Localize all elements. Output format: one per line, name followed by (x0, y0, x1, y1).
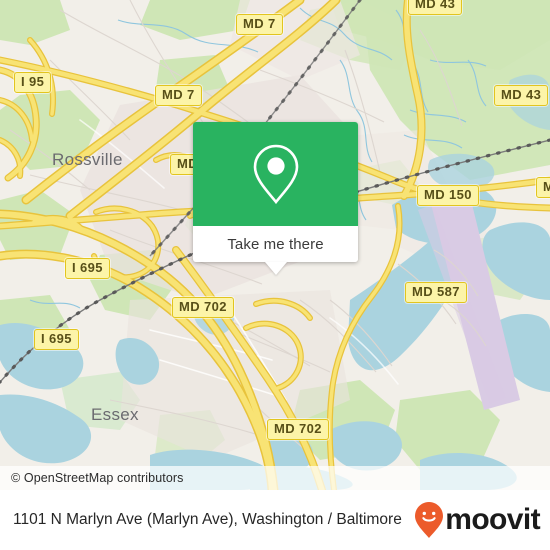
moovit-wordmark: moovit (445, 503, 540, 536)
popup-footer[interactable]: Take me there (193, 226, 358, 275)
shield-label: MD 43 (501, 87, 542, 102)
shield-label: MD 702 (179, 299, 227, 314)
popup-pointer-tail (264, 262, 287, 275)
bottom-info-bar: 1101 N Marlyn Ave (Marlyn Ave), Washingt… (0, 490, 550, 550)
take-me-there-label: Take me there (227, 235, 324, 253)
road-shield-i-95[interactable]: I 95 (14, 72, 52, 93)
shield-label: M (543, 179, 550, 194)
road-shield-md-7[interactable]: MD 7 (155, 85, 202, 106)
road-shield-md-partial-right[interactable]: M (536, 177, 550, 198)
place-label-rossville: Rossville (52, 150, 123, 169)
road-shield-md-702-north[interactable]: MD 702 (172, 297, 234, 318)
road-shield-md-7-north[interactable]: MD 7 (236, 14, 283, 35)
shield-label: I 95 (21, 74, 45, 89)
shield-label: MD 702 (274, 421, 322, 436)
location-pin-icon (253, 144, 298, 205)
road-shield-md-587[interactable]: MD 587 (405, 282, 467, 303)
map-screen: .land { fill:#f2efe9; } .water { fill:#a… (0, 0, 550, 550)
road-shield-i-695-south[interactable]: I 695 (34, 329, 79, 350)
address-text: 1101 N Marlyn Ave (Marlyn Ave), Washingt… (13, 511, 402, 528)
road-shield-md-150[interactable]: MD 150 (417, 185, 479, 206)
road-shield-i-695-north[interactable]: I 695 (65, 258, 110, 279)
map-canvas[interactable]: .land { fill:#f2efe9; } .water { fill:#a… (0, 0, 550, 490)
shield-label: MD 150 (424, 187, 472, 202)
road-shield-md-43-top[interactable]: MD 43 (408, 0, 463, 15)
road-shield-md-43[interactable]: MD 43 (494, 85, 549, 106)
place-label-essex: Essex (91, 405, 139, 424)
shield-label: MD 7 (162, 87, 195, 102)
shield-label: I 695 (72, 260, 103, 275)
road-shield-md-702-south[interactable]: MD 702 (267, 419, 329, 440)
attribution-text: © OpenStreetMap contributors (11, 471, 184, 485)
moovit-logo[interactable]: moovit (414, 501, 541, 539)
moovit-smiley-pin-icon (415, 502, 444, 538)
shield-label: MD 43 (415, 0, 456, 11)
shield-label: MD 7 (243, 16, 276, 31)
shield-label: MD 587 (412, 284, 460, 299)
map-attribution[interactable]: © OpenStreetMap contributors (0, 466, 550, 490)
popup-header (193, 122, 358, 226)
destination-popup-card[interactable]: Take me there (193, 122, 358, 275)
shield-label: I 695 (41, 331, 72, 346)
